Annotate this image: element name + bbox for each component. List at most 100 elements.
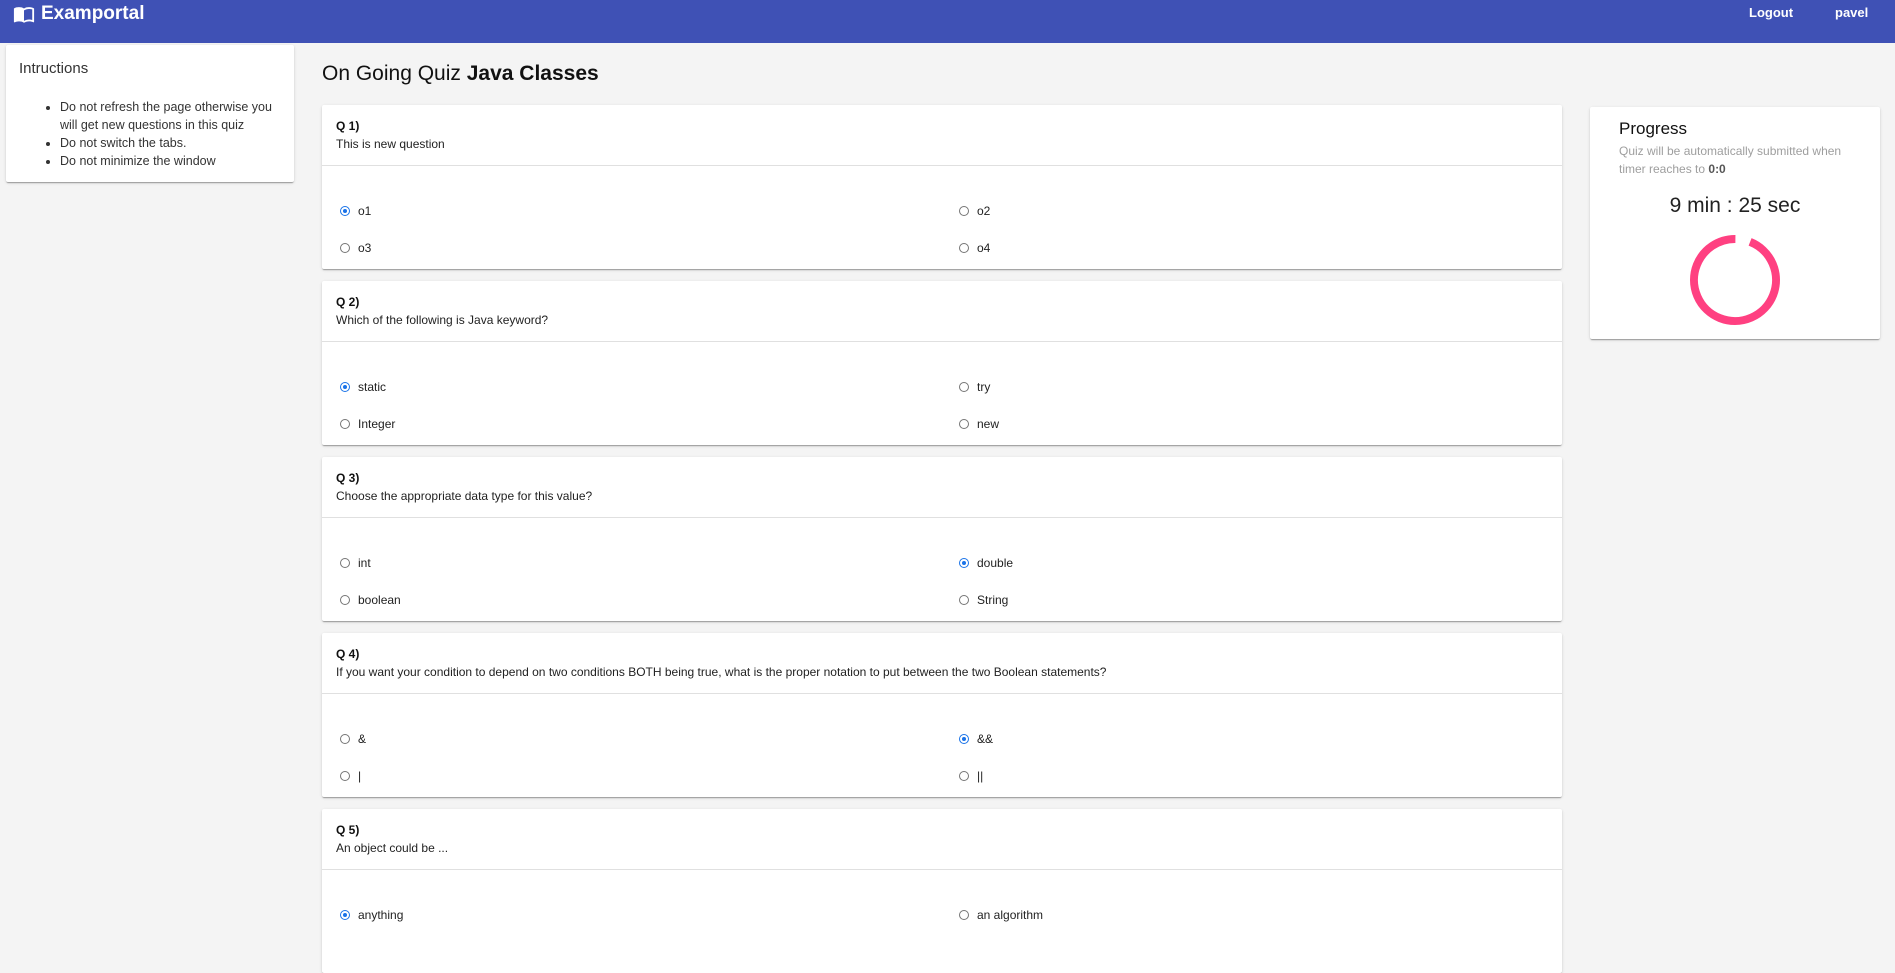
question-text: This is new question [336,137,445,151]
radio-button[interactable] [959,734,969,744]
answer-option[interactable]: new [959,417,999,431]
question-card: Q 5) An object could be ... anything an alg… [322,809,1562,973]
answer-option-label: o3 [358,241,372,255]
page-title: On Going Quiz Java Classes [322,62,599,86]
book-icon [13,3,35,25]
answer-option-label: static [358,380,387,394]
radio-button[interactable] [340,734,350,744]
question-number: Q 5) [336,823,360,837]
page-title-prefix: On Going Quiz [322,62,461,85]
quiz-name: Java Classes [466,62,599,85]
answer-option-label: String [977,593,1009,607]
question-header: Q 5) An object could be ... [336,823,1548,857]
answer-option[interactable]: o2 [959,204,990,218]
answer-option-label: | [358,769,362,783]
question-card: Q 2) Which of the following is Java keywo… [322,281,1562,445]
radio-button[interactable] [340,595,350,605]
answer-option-label: try [977,380,991,394]
answer-option-label: o2 [977,204,991,218]
radio-button[interactable] [340,558,350,568]
radio-button[interactable] [340,771,350,781]
answer-option-label: new [977,417,1000,431]
logout-button[interactable]: Logout [1749,5,1793,20]
answer-option[interactable]: && [959,732,993,746]
answer-option[interactable]: & [340,732,366,746]
answer-option[interactable]: o4 [959,241,990,255]
question-card: Q 3) Choose the appropriate data type for… [322,457,1562,621]
answer-option[interactable]: String [959,593,1008,607]
answer-option-label: o4 [977,241,991,255]
question-text: If you want your condition to depend on … [336,665,1107,679]
question-number: Q 3) [336,471,360,485]
timer-progress-arc [1690,235,1780,325]
question-header: Q 2) Which of the following is Java keywo… [336,295,1548,329]
answer-option[interactable]: o3 [340,241,371,255]
divider [322,165,1562,166]
answer-option-label: anything [358,908,404,922]
progress-subtitle: Quiz will be automatically submitted whe… [1619,142,1849,178]
radio-button[interactable] [340,243,350,253]
answer-option-label: an algorithm [977,908,1044,922]
brand[interactable]: Examportal [13,2,144,26]
radio-button[interactable] [340,382,350,392]
instruction-item: Do not switch the tabs. [60,134,290,152]
instruction-item: Do not refresh the page otherwise you wi… [60,98,290,134]
question-number: Q 4) [336,647,360,661]
timer-text: 9 min : 25 sec [1669,194,1801,217]
progress-title: Progress [1619,119,1688,138]
radio-button[interactable] [959,558,969,568]
timer-progress-ring [1690,235,1780,325]
question-number: Q 1) [336,119,360,133]
question-text: An object could be ... [336,841,449,855]
answer-option[interactable]: static [340,380,386,394]
divider [322,517,1562,518]
answer-option[interactable]: | [340,769,361,783]
answer-option-label: && [977,732,994,746]
top-app-bar: Examportal Logout pavel [0,0,1895,43]
radio-button[interactable] [340,910,350,920]
answer-option[interactable]: try [959,380,990,394]
instructions-list: Do not refresh the page otherwise you wi… [20,98,290,170]
answer-option-label: int [358,556,371,570]
radio-button[interactable] [959,910,969,920]
instruction-item: Do not minimize the window [60,152,290,170]
radio-button[interactable] [959,206,969,216]
divider [322,693,1562,694]
question-text: Which of the following is Java keyword? [336,313,549,327]
app-title: Examportal [41,3,145,24]
answer-option-label: Integer [358,417,396,431]
question-card: Q 1) This is new question o1 o2 o3 o4 [322,105,1562,269]
answer-option-label: & [358,732,367,746]
radio-button[interactable] [340,419,350,429]
user-menu[interactable]: pavel [1835,5,1868,20]
answer-option-label: o1 [358,204,372,218]
question-number: Q 2) [336,295,360,309]
answer-option[interactable]: o1 [340,204,371,218]
answer-option[interactable]: || [959,769,983,783]
answer-option[interactable]: Integer [340,417,395,431]
answer-option[interactable]: double [959,556,1013,570]
answer-option-label: double [977,556,1014,570]
divider [322,869,1562,870]
radio-button[interactable] [340,206,350,216]
instructions-title: Intructions [19,60,89,77]
answer-option[interactable]: int [340,556,371,570]
question-text: Choose the appropriate data type for thi… [336,489,593,503]
instructions-card: Intructions Do not refresh the page othe… [6,45,294,182]
radio-button[interactable] [959,771,969,781]
radio-button[interactable] [959,243,969,253]
answer-option-label: boolean [358,593,401,607]
radio-button[interactable] [959,419,969,429]
answer-option[interactable]: an algorithm [959,908,1043,922]
divider [322,341,1562,342]
radio-button[interactable] [959,382,969,392]
radio-button[interactable] [959,595,969,605]
answer-option[interactable]: boolean [340,593,401,607]
question-header: Q 4) If you want your condition to depend… [336,647,1548,681]
question-header: Q 1) This is new question [336,119,1548,153]
progress-subtitle-text: Quiz will be automatically submitted whe… [1619,144,1842,176]
progress-card: Progress Quiz will be automatically subm… [1590,107,1880,339]
question-card: Q 4) If you want your condition to depend… [322,633,1562,797]
answer-option[interactable]: anything [340,908,403,922]
progress-subtitle-value: 0:0 [1708,162,1726,176]
